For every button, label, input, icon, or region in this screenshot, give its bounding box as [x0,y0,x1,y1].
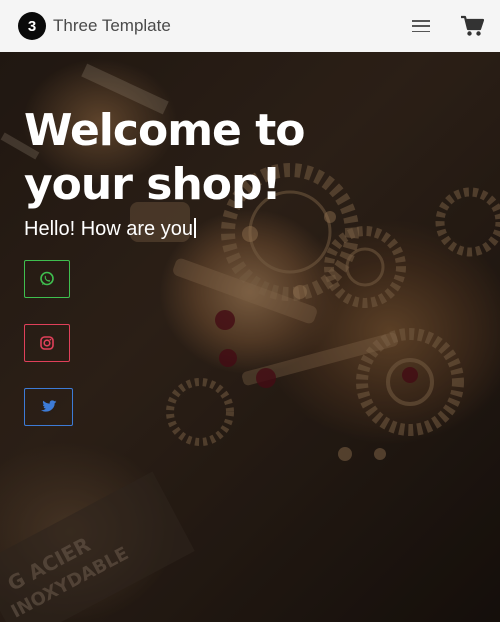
whatsapp-icon [40,271,54,286]
hamburger-menu-icon[interactable] [412,20,430,32]
navbar: 3 Three Template [0,0,500,52]
typing-cursor [193,218,196,238]
twitter-icon [40,400,57,412]
hero-subtitle: Hello! How are you [24,218,424,241]
hero-section: G ACIER INOXYDABLE Welcome to your shop!… [0,52,500,622]
twitter-button[interactable] [24,388,73,426]
typewriter-text: Hello! How are you [24,218,193,240]
shopping-cart-icon[interactable] [460,15,484,37]
brand-link[interactable]: 3 Three Template [18,12,171,40]
instagram-icon [40,336,54,350]
hero-title: Welcome to your shop! [24,105,305,210]
brand-name: Three Template [53,16,171,35]
nav-actions [412,15,484,37]
brand-logo: 3 [18,12,46,40]
instagram-button[interactable] [24,324,70,362]
hero-content: Welcome to your shop! Hello! How are you [24,104,424,241]
whatsapp-button[interactable] [24,260,70,298]
